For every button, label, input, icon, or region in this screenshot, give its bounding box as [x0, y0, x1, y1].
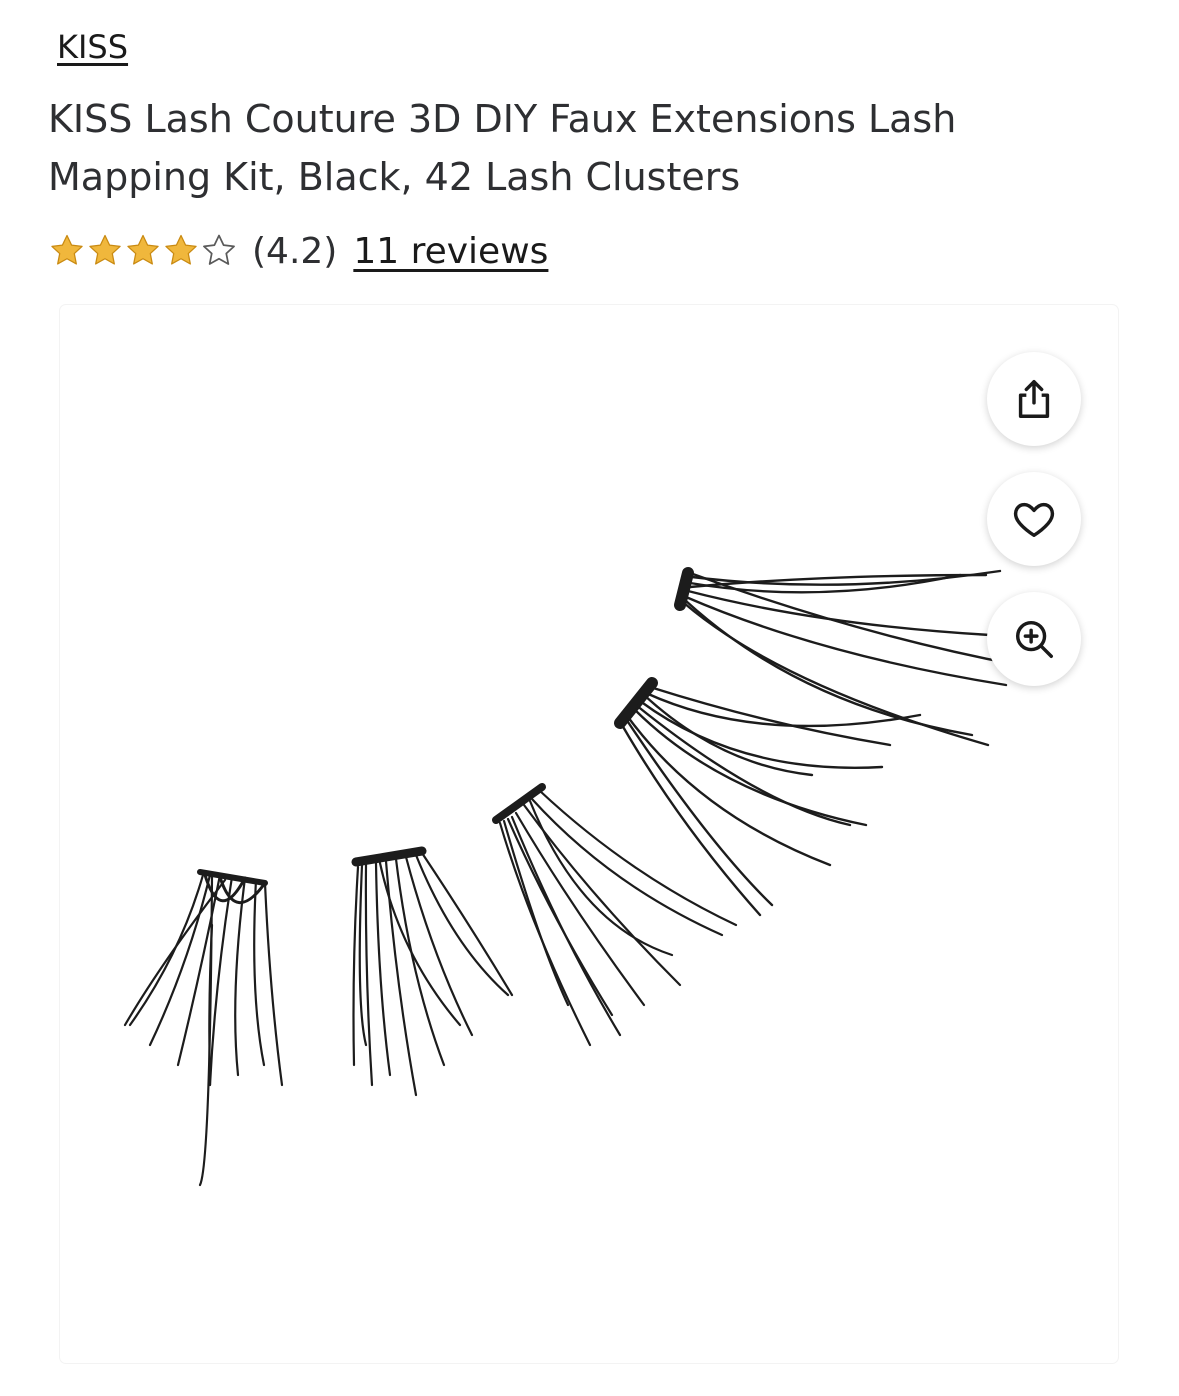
star-filled-icon	[165, 234, 197, 265]
share-icon	[1018, 380, 1050, 418]
favorite-button[interactable]	[987, 472, 1081, 566]
lash-cluster	[123, 869, 284, 1187]
lash-cluster	[351, 846, 514, 1097]
rating-row: (4.2) 11 reviews	[48, 226, 548, 276]
rating-value: (4.2)	[252, 230, 338, 272]
product-image-container[interactable]	[60, 305, 1118, 1363]
reviews-link[interactable]: 11 reviews	[353, 231, 548, 272]
product-image	[123, 567, 1020, 1187]
zoom-in-icon	[1015, 620, 1053, 658]
share-button[interactable]	[987, 352, 1081, 446]
brand-link[interactable]: KISS	[57, 28, 128, 66]
lash-cluster	[492, 783, 738, 1047]
star-empty-icon	[203, 234, 235, 265]
star-rating	[48, 232, 238, 270]
star-filled-icon	[51, 234, 83, 265]
lash-cluster	[614, 677, 922, 917]
star-filled-icon	[127, 234, 159, 265]
star-filled-icon	[89, 234, 121, 265]
zoom-button[interactable]	[987, 592, 1081, 686]
product-title: KISS Lash Couture 3D DIY Faux Extensions…	[48, 97, 957, 199]
heart-icon	[1013, 502, 1055, 538]
